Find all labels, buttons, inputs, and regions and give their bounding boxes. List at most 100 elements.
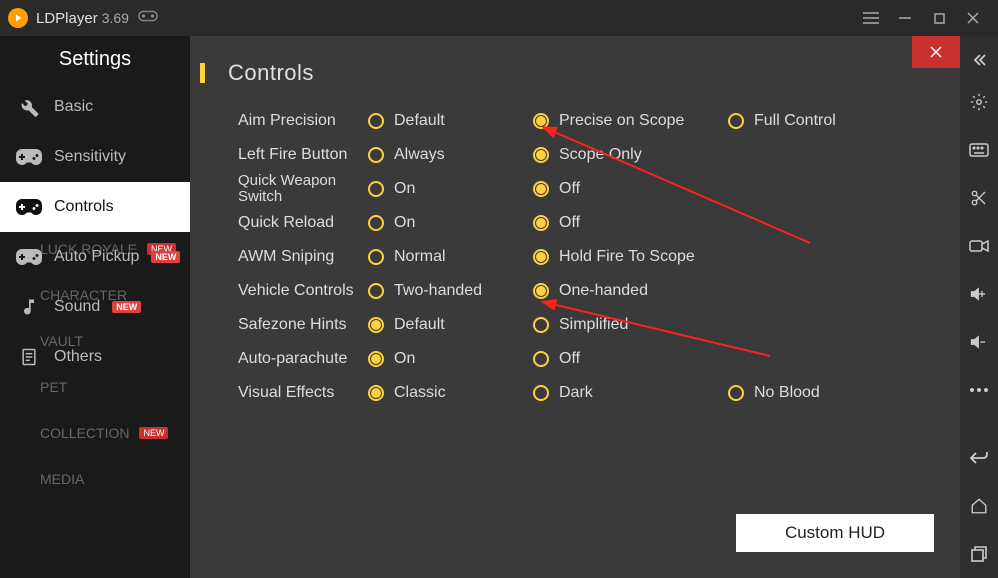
radio-option[interactable]: Off (533, 350, 728, 368)
sidebar-item-label: Sensitivity (54, 148, 126, 166)
radio-label: Off (559, 214, 580, 232)
radio-group: Default Simplified (368, 316, 920, 334)
minimize-button[interactable] (888, 0, 922, 36)
radio-option[interactable]: On (368, 214, 533, 232)
option-label: Aim Precision (238, 112, 368, 130)
radio-option[interactable]: Full Control (728, 112, 878, 130)
radio-icon (728, 113, 744, 129)
option-row: Quick Weapon SwitchOnOff (238, 172, 920, 206)
option-row: Visual EffectsClassicDarkNo Blood (238, 376, 920, 410)
radio-group: OnOff (368, 350, 920, 368)
radio-option[interactable]: Dark (533, 384, 728, 402)
more-button[interactable] (960, 366, 998, 414)
close-settings-button[interactable] (912, 36, 960, 68)
radio-option[interactable]: Off (533, 180, 728, 198)
radio-option[interactable]: Two-handed (368, 282, 533, 300)
radio-label: Normal (394, 248, 446, 266)
back-button[interactable] (960, 434, 998, 482)
radio-group: AlwaysScope Only (368, 146, 920, 164)
radio-option[interactable]: Default (368, 112, 533, 130)
settings-title: Settings (0, 36, 190, 82)
radio-icon (533, 317, 549, 333)
maximize-button[interactable] (922, 0, 956, 36)
option-row: Left Fire ButtonAlwaysScope Only (238, 138, 920, 172)
radio-option[interactable]: Off (533, 214, 728, 232)
sidebar-panel: Settings STORE LUCK ROYALENEW CHARACTER … (0, 36, 190, 578)
sidebar-item-others[interactable]: Others (0, 332, 190, 382)
sidebar-item-sound[interactable]: SoundNEW (0, 282, 190, 332)
content-panel: Controls Aim Precision Default Precise on … (190, 36, 960, 578)
radio-label: Default (394, 316, 445, 334)
scissors-button[interactable] (960, 174, 998, 222)
radio-option[interactable]: Always (368, 146, 533, 164)
radio-label: Classic (394, 384, 446, 402)
radio-label: Two-handed (394, 282, 482, 300)
custom-hud-button[interactable]: Custom HUD (736, 514, 934, 552)
radio-icon (368, 385, 384, 401)
radio-icon (368, 215, 384, 231)
sidebar-item-label: Others (54, 348, 102, 366)
radio-option[interactable]: Precise on Scope (533, 112, 728, 130)
recent-apps-button[interactable] (960, 530, 998, 578)
sidebar-item-auto-pickup[interactable]: Auto Pickup NEW (0, 232, 190, 282)
radio-option[interactable]: Classic (368, 384, 533, 402)
option-label: AWM Sniping (238, 248, 368, 266)
radio-icon (368, 181, 384, 197)
option-label: Safezone Hints (238, 316, 368, 334)
radio-option[interactable]: Default (368, 316, 533, 334)
radio-icon (368, 317, 384, 333)
volume-up-button[interactable] (960, 270, 998, 318)
wrench-icon (16, 97, 42, 117)
sidebar-item-sensitivity[interactable]: Sensitivity (0, 132, 190, 182)
music-icon (16, 297, 42, 317)
option-label: Auto-parachute (238, 350, 368, 368)
gamepad-icon (16, 247, 42, 267)
home-button[interactable] (960, 482, 998, 530)
section-title: Controls (190, 36, 960, 104)
radio-icon (368, 113, 384, 129)
radio-label: One-handed (559, 282, 648, 300)
new-badge: NEW (151, 251, 180, 263)
radio-label: No Blood (754, 384, 820, 402)
record-button[interactable] (960, 222, 998, 270)
radio-option[interactable]: Simplified (533, 316, 728, 334)
gamepad-icon (16, 147, 42, 167)
titlebar: LDPlayer 3.69 (0, 0, 998, 36)
radio-label: On (394, 214, 415, 232)
radio-option[interactable]: Hold Fire To Scope (533, 248, 728, 266)
app-logo-icon (8, 8, 28, 28)
right-toolbar (960, 36, 998, 578)
radio-option[interactable]: No Blood (728, 384, 878, 402)
radio-option[interactable]: Normal (368, 248, 533, 266)
radio-label: Default (394, 112, 445, 130)
radio-icon (368, 249, 384, 265)
volume-down-button[interactable] (960, 318, 998, 366)
radio-option[interactable]: On (368, 180, 533, 198)
radio-option[interactable]: On (368, 350, 533, 368)
menu-button[interactable] (854, 0, 888, 36)
gamepad-icon (16, 197, 42, 217)
radio-label: Simplified (559, 316, 628, 334)
radio-label: Full Control (754, 112, 836, 130)
sidebar-item-label: Controls (54, 198, 114, 216)
sidebar-item-label: Auto Pickup (54, 248, 139, 266)
collapse-toolbar-button[interactable] (960, 42, 998, 78)
option-label: Quick Reload (238, 214, 368, 232)
app-name: LDPlayer (36, 10, 98, 27)
keyboard-button[interactable] (960, 126, 998, 174)
new-badge: NEW (112, 301, 141, 313)
sidebar-item-basic[interactable]: Basic (0, 82, 190, 132)
option-row: Aim Precision Default Precise on Scope Full… (238, 104, 920, 138)
radio-group: Normal Hold Fire To Scope (368, 248, 920, 266)
app-version: 3.69 (102, 10, 129, 26)
gamepad-icon (137, 9, 159, 28)
settings-gear-button[interactable] (960, 78, 998, 126)
radio-group: OnOff (368, 180, 920, 198)
radio-icon (368, 147, 384, 163)
radio-option[interactable]: Scope Only (533, 146, 728, 164)
radio-option[interactable]: One-handed (533, 282, 728, 300)
option-label: Quick Weapon Switch (238, 173, 368, 206)
radio-icon (368, 283, 384, 299)
sidebar-item-controls[interactable]: Controls (0, 182, 190, 232)
close-window-button[interactable] (956, 0, 990, 36)
